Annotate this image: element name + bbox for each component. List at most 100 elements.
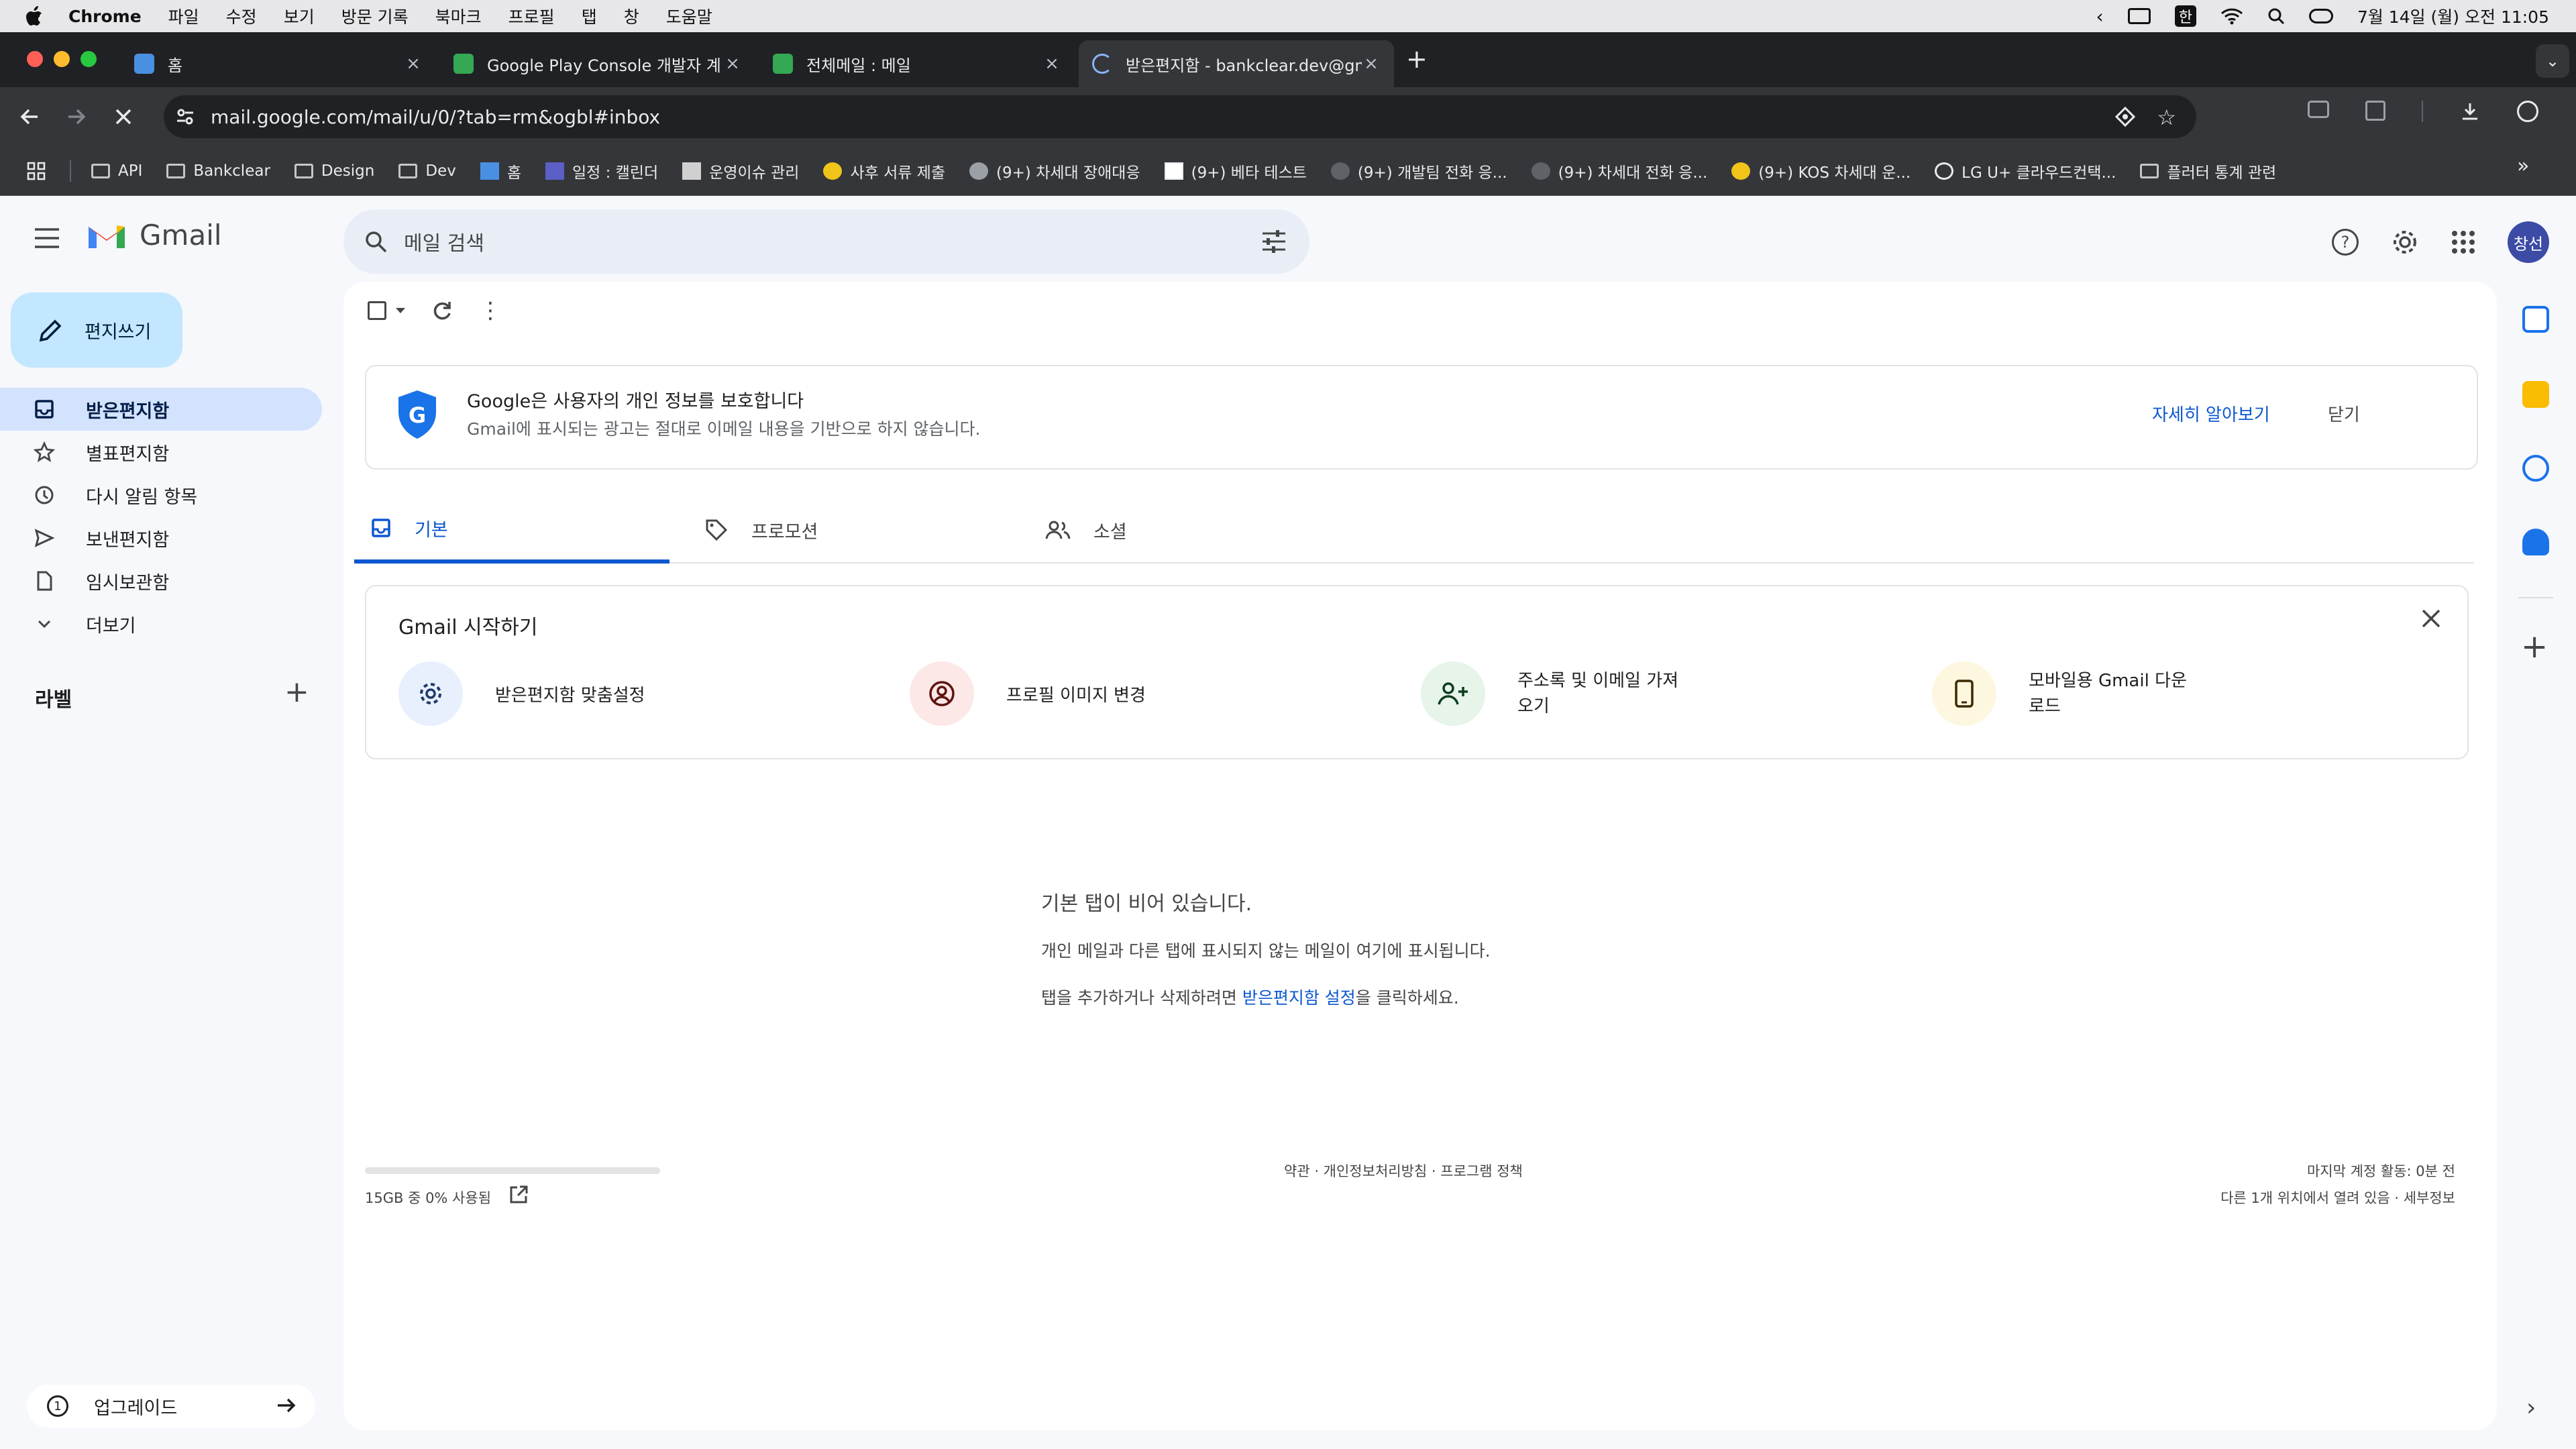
bookmark-bankclear[interactable]: Bankclear	[166, 162, 270, 180]
account-sessions-details[interactable]: 다른 1개 위치에서 열려 있음 · 세부정보	[2220, 1187, 2455, 1208]
control-center-icon[interactable]	[2308, 9, 2333, 23]
add-label-icon[interactable]: +	[284, 678, 309, 707]
tab-promotions[interactable]: 프로모션	[704, 496, 1020, 564]
browser-tab-inbox[interactable]: 받은편지함 - bankclear.dev@gm ×	[1079, 40, 1394, 87]
bookmark-next-phone[interactable]: (9+) 차세대 전화 응...	[1531, 160, 1707, 182]
bookmark-incident[interactable]: (9+) 차세대 장애대응	[969, 160, 1140, 182]
menu-edit[interactable]: 수정	[226, 4, 257, 28]
menu-bookmarks[interactable]: 북마크	[435, 4, 482, 28]
browser-tab-play-console[interactable]: Google Play Console 개발자 계 ×	[440, 40, 755, 87]
search-icon[interactable]	[364, 229, 388, 254]
search-input[interactable]: 메일 검색	[404, 227, 484, 256]
keyboard-icon[interactable]	[2127, 8, 2151, 24]
close-icon[interactable]	[2419, 606, 2443, 631]
input-source-indicator[interactable]: 한	[2174, 5, 2196, 27]
back-arrow-icon[interactable]	[17, 105, 42, 129]
browser-tab-all-mail[interactable]: 전체메일 : 메일 ×	[759, 40, 1075, 87]
wifi-icon[interactable]	[2220, 7, 2243, 25]
download-icon[interactable]	[2459, 101, 2481, 122]
mobile-gmail-item[interactable]: 모바일용 Gmail 다운 로드	[1932, 661, 2187, 726]
bookmark-dev[interactable]: Dev	[398, 162, 456, 180]
sidebar-item-starred[interactable]: 별표편지함	[0, 431, 322, 474]
tab-social[interactable]: 소셜	[1045, 496, 1360, 564]
help-icon[interactable]: ?	[2332, 229, 2359, 256]
menubar-clock[interactable]: 7월 14일 (월) 오전 11:05	[2357, 4, 2549, 28]
gmail-logo[interactable]: Gmail	[86, 219, 222, 252]
inbox-settings-link[interactable]: 받은편지함 설정	[1242, 988, 1356, 1008]
refresh-icon[interactable]	[431, 299, 453, 322]
footer-links[interactable]: 약관 · 개인정보처리방침 · 프로그램 정책	[1284, 1161, 1523, 1181]
address-bar[interactable]: mail.google.com/mail/u/0/?tab=rm&ogbl#in…	[164, 95, 2196, 138]
bookmark-home[interactable]: 홈	[480, 160, 521, 182]
bookmark-dev-phone[interactable]: (9+) 개발팀 전화 응...	[1330, 160, 1507, 182]
sidebar-item-more[interactable]: 더보기	[0, 602, 322, 645]
stop-loading-icon[interactable]	[111, 105, 136, 129]
bookmark-api[interactable]: API	[91, 162, 142, 180]
apps-grid-icon[interactable]	[27, 162, 46, 180]
menu-history[interactable]: 방문 기록	[341, 4, 409, 28]
apple-icon[interactable]	[25, 6, 43, 26]
forward-arrow-icon[interactable]	[64, 105, 89, 129]
lens-icon[interactable]	[2114, 106, 2136, 127]
bookmark-ops-issues[interactable]: 운영이슈 관리	[682, 160, 799, 182]
bookmark-docs-submit[interactable]: 사후 서류 제출	[823, 160, 945, 182]
menu-file[interactable]: 파일	[168, 4, 199, 28]
window-close-button[interactable]	[27, 51, 43, 67]
tab-close-icon[interactable]: ×	[404, 54, 423, 74]
search-bar[interactable]: 메일 검색	[343, 209, 1309, 274]
main-menu-icon[interactable]	[34, 227, 60, 250]
calendar-icon[interactable]	[2522, 306, 2549, 333]
menu-help[interactable]: 도움말	[666, 4, 712, 28]
learn-more-link[interactable]: 자세히 알아보기	[2152, 401, 2270, 426]
sidebar-item-sent[interactable]: 보낸편지함	[0, 517, 322, 559]
tab-primary[interactable]: 기본	[354, 496, 669, 564]
sidebar-item-inbox[interactable]: 받은편지함	[0, 388, 322, 431]
google-apps-icon[interactable]	[2451, 230, 2475, 254]
menu-chrome[interactable]: Chrome	[68, 7, 142, 26]
window-zoom-button[interactable]	[80, 51, 97, 67]
menu-profiles[interactable]: 프로필	[508, 4, 555, 28]
change-profile-image-item[interactable]: 프로필 이미지 변경	[910, 661, 1146, 726]
more-options-icon[interactable]: ⋮	[479, 299, 502, 322]
customize-inbox-item[interactable]: 받은편지함 맞춤설정	[398, 661, 645, 726]
window-minimize-button[interactable]	[54, 51, 70, 67]
get-addons-plus-icon[interactable]: +	[2521, 631, 2548, 663]
bookmark-star-icon[interactable]: ☆	[2157, 105, 2176, 130]
select-all-checkbox[interactable]	[368, 301, 405, 320]
bookmark-kos[interactable]: (9+) KOS 차세대 운...	[1731, 160, 1911, 182]
dismiss-banner-button[interactable]: 닫기	[2328, 401, 2360, 426]
bookmark-calendar[interactable]: 일정 : 캘린더	[545, 160, 658, 182]
open-in-new-icon[interactable]	[508, 1185, 529, 1205]
new-tab-button[interactable]: +	[1406, 44, 1428, 74]
bookmark-design[interactable]: Design	[294, 162, 374, 180]
bookmarks-overflow-icon[interactable]: »	[2517, 154, 2529, 178]
sidebar-item-snoozed[interactable]: 다시 알림 항목	[0, 474, 322, 517]
site-info-icon[interactable]	[174, 106, 196, 127]
tab-close-icon[interactable]: ×	[723, 54, 742, 74]
tab-close-icon[interactable]: ×	[1042, 54, 1061, 74]
search-options-icon[interactable]	[1261, 229, 1287, 254]
profile-icon[interactable]	[2517, 101, 2538, 122]
browser-tab-home[interactable]: 홈 ×	[121, 40, 436, 87]
tasks-icon[interactable]	[2522, 455, 2549, 482]
menu-window[interactable]: 창	[624, 4, 639, 28]
menu-tab[interactable]: 탭	[582, 4, 597, 28]
menu-view[interactable]: 보기	[284, 4, 315, 28]
import-contacts-item[interactable]: 주소록 및 이메일 가져 오기	[1421, 661, 1678, 726]
screenshot-icon[interactable]	[2308, 101, 2329, 118]
tab-search-button[interactable]: ⌄	[2536, 44, 2569, 78]
tab-close-icon[interactable]: ×	[1362, 54, 1381, 74]
extensions-icon[interactable]	[2365, 101, 2385, 121]
bookmark-flutter-stats[interactable]: 플러터 통계 관련	[2140, 160, 2276, 182]
bookmark-beta-test[interactable]: (9+) 베타 테스트	[1164, 160, 1307, 182]
bookmark-lg-cloud[interactable]: LG U+ 클라우드컨택...	[1935, 160, 2116, 182]
upgrade-button[interactable]: 1 업그레이드	[27, 1385, 315, 1428]
show-side-panel-chevron-icon[interactable]: ›	[2526, 1394, 2536, 1421]
compose-button[interactable]: 편지쓰기	[11, 292, 182, 368]
sidebar-item-drafts[interactable]: 임시보관함	[0, 559, 322, 602]
spotlight-search-icon[interactable]	[2267, 7, 2285, 25]
keep-icon[interactable]	[2522, 381, 2549, 408]
chevron-left-icon[interactable]: ‹	[2096, 5, 2103, 28]
contacts-icon[interactable]	[2522, 529, 2549, 555]
settings-gear-icon[interactable]	[2391, 228, 2419, 256]
